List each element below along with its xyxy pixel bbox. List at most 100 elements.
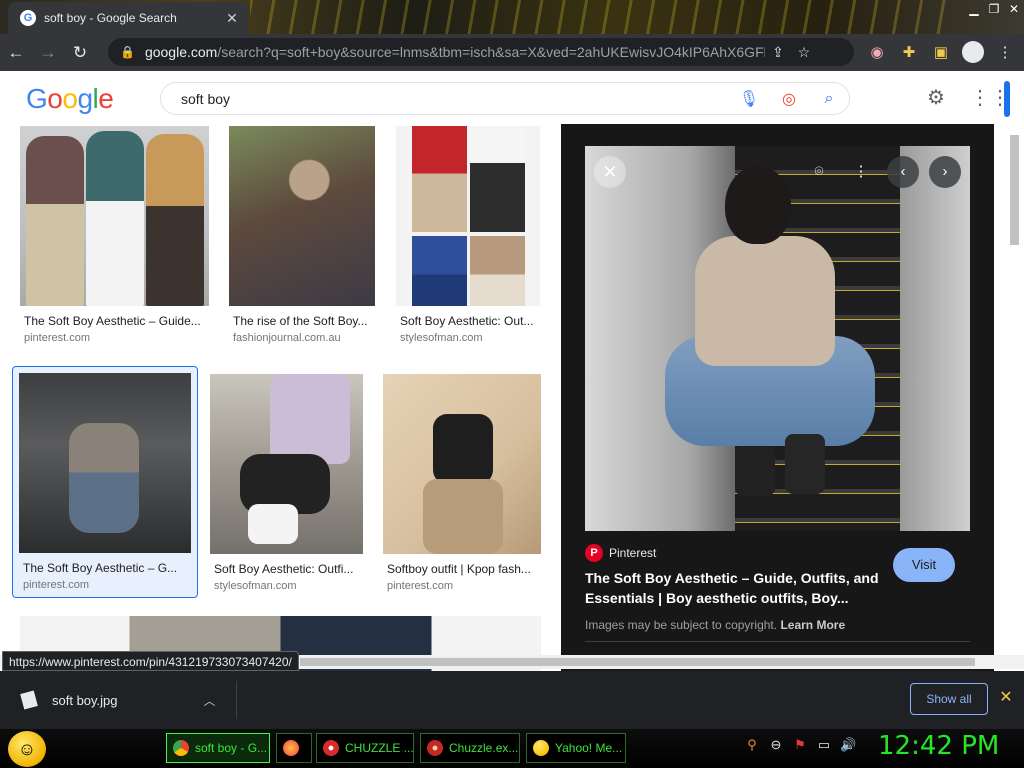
result-title: Soft Boy Aesthetic: Out... <box>400 314 534 328</box>
lock-icon[interactable]: 🔒 <box>120 45 135 59</box>
camera-lens-icon[interactable]: ◎ <box>769 89 809 109</box>
sign-in-button[interactable] <box>1004 81 1010 117</box>
apps-grid-icon[interactable]: ⋮⋮ <box>970 85 1010 110</box>
url-domain: google.com <box>144 44 218 60</box>
taskbar-item-firefox[interactable] <box>276 733 312 763</box>
result-thumbnail[interactable] <box>383 374 541 554</box>
google-logo[interactable]: Google <box>26 83 114 115</box>
more-options-icon[interactable]: ⋮ <box>845 156 877 188</box>
image-person-head <box>725 166 791 244</box>
preview-source[interactable]: P Pinterest <box>585 544 656 562</box>
collage-panel <box>470 126 525 232</box>
copyright-notice: Images may be subject to copyright. Lear… <box>585 618 845 632</box>
learn-more-link[interactable]: Learn More <box>780 618 845 632</box>
image-person-torso <box>695 236 835 366</box>
chrome-icon <box>173 740 189 756</box>
figure-shape <box>270 374 350 464</box>
result-thumbnail[interactable] <box>229 126 375 306</box>
bookmark-star-icon[interactable]: ☆ <box>791 44 817 61</box>
tab-google-search[interactable]: G soft boy - Google Search ✕ <box>8 2 248 34</box>
result-card[interactable]: Soft Boy Aesthetic: Out... stylesofman.c… <box>396 126 540 344</box>
tab-close-icon[interactable]: ✕ <box>222 10 242 27</box>
preview-title[interactable]: The Soft Boy Aesthetic – Guide, Outfits,… <box>585 568 885 608</box>
taskbar-clock[interactable]: 12:42 PM <box>878 731 999 761</box>
result-source: pinterest.com <box>23 579 90 591</box>
url-path: /search?q=soft+boy&source=lnms&tbm=isch&… <box>217 44 765 60</box>
taskbar: ☺ soft boy - G... CHUZZLE ... Chuzzle.ex… <box>0 729 1024 768</box>
window-controls: ▁ ❐ ✕ <box>964 0 1024 18</box>
taskbar-label: CHUZZLE ... <box>345 741 414 755</box>
yahoo-smiley-icon <box>533 740 549 756</box>
taskbar-item-yahoo-messenger[interactable]: Yahoo! Me... <box>526 733 626 763</box>
result-thumbnail[interactable] <box>20 126 209 306</box>
close-shelf-icon[interactable]: ✕ <box>996 687 1016 707</box>
google-lens-icon[interactable]: ⌾ <box>803 156 835 188</box>
forward-icon[interactable]: → <box>32 37 64 69</box>
header-actions: ⚙ ⋮⋮ <box>924 85 1010 110</box>
result-card-selected[interactable]: The Soft Boy Aesthetic – G... pinterest.… <box>12 366 198 598</box>
result-title: The Soft Boy Aesthetic – G... <box>23 561 178 575</box>
result-card[interactable]: Soft Boy Aesthetic: Outfi... stylesofman… <box>210 374 363 592</box>
chuzzle-exe-icon <box>427 740 443 756</box>
search-box[interactable]: soft boy 🎙 ◎ ⌕ <box>160 82 850 115</box>
result-source: stylesofman.com <box>400 332 483 344</box>
close-preview-icon[interactable]: ✕ <box>594 156 626 188</box>
result-thumbnail[interactable] <box>210 374 363 554</box>
result-thumbnail[interactable] <box>396 126 540 306</box>
taskbar-item-chuzzle-exe[interactable]: Chuzzle.ex... <box>420 733 520 763</box>
tray-search-icon[interactable]: ⚲ <box>744 737 760 757</box>
horizontal-scroll-thumb[interactable] <box>300 658 975 666</box>
share-icon[interactable]: ⇪ <box>765 44 791 61</box>
side-panel-icon[interactable]: ▣ <box>930 43 952 61</box>
google-header: Google soft boy 🎙 ◎ ⌕ ⚙ ⋮⋮ <box>0 71 1024 126</box>
chevron-up-icon[interactable]: ︿ <box>204 692 216 709</box>
reload-icon[interactable]: ↻ <box>64 37 96 69</box>
volume-icon[interactable]: 🔊 <box>840 737 856 757</box>
previous-image-icon[interactable]: ‹ <box>887 156 919 188</box>
flag-extension-icon[interactable]: ◉ <box>866 43 888 61</box>
address-bar[interactable]: 🔒 google.com/search?q=soft+boy&source=ln… <box>108 38 854 66</box>
result-card[interactable]: The rise of the Soft Boy... fashionjourn… <box>229 126 375 344</box>
tray-flag-icon[interactable]: ⚑ <box>792 737 808 757</box>
image-results-grid: The Soft Boy Aesthetic – Guide... pinter… <box>0 126 561 671</box>
search-icon[interactable]: ⌕ <box>809 90 849 108</box>
taskbar-item-chrome[interactable]: soft boy - G... <box>166 733 270 763</box>
result-card[interactable]: Softboy outfit | Kpop fash... pinterest.… <box>383 374 541 592</box>
preview-source-name: Pinterest <box>609 546 657 560</box>
next-image-icon[interactable]: › <box>929 156 961 188</box>
vertical-scrollbar[interactable] <box>994 125 1024 655</box>
chuzzle-icon <box>323 740 339 756</box>
copyright-text: Images may be subject to copyright. <box>585 618 778 632</box>
result-thumbnail[interactable] <box>19 373 191 553</box>
download-item[interactable]: soft boy.jpg ︿ <box>14 683 216 717</box>
tray-network-icon[interactable]: ▭ <box>816 737 832 757</box>
back-icon[interactable]: ← <box>0 37 32 69</box>
tray-minus-icon[interactable]: ⊖ <box>768 737 784 757</box>
url-text[interactable]: google.com/search?q=soft+boy&source=lnms… <box>145 44 765 60</box>
file-icon <box>20 690 38 710</box>
figure-shape <box>248 504 298 544</box>
system-tray: ⚲ ⊖ ⚑ ▭ 🔊 <box>744 737 856 757</box>
result-title: The Soft Boy Aesthetic – Guide... <box>24 314 201 328</box>
image-rail <box>900 146 970 531</box>
settings-gear-icon[interactable]: ⚙ <box>924 85 948 110</box>
result-card[interactable]: The Soft Boy Aesthetic – Guide... pinter… <box>20 126 209 344</box>
divider <box>585 641 970 642</box>
preview-image[interactable] <box>585 146 970 531</box>
collage-panel <box>412 236 467 306</box>
search-input[interactable]: soft boy <box>181 91 729 107</box>
microphone-icon[interactable]: 🎙 <box>729 89 769 109</box>
visit-button[interactable]: Visit <box>893 548 955 582</box>
show-all-button[interactable]: Show all <box>910 683 988 715</box>
close-window-icon[interactable]: ✕ <box>1004 0 1024 18</box>
restore-icon[interactable]: ❐ <box>984 0 1004 18</box>
google-favicon-icon: G <box>20 10 36 26</box>
extensions-puzzle-icon[interactable]: ✚ <box>898 43 920 61</box>
taskbar-item-chuzzle[interactable]: CHUZZLE ... <box>316 733 414 763</box>
vertical-scroll-thumb[interactable] <box>1010 135 1019 245</box>
taskbar-label: Chuzzle.ex... <box>449 741 519 755</box>
start-button[interactable]: ☺ <box>8 731 46 767</box>
browser-menu-icon[interactable]: ⋮ <box>994 43 1016 61</box>
profile-avatar[interactable] <box>962 41 984 63</box>
minimize-icon[interactable]: ▁ <box>964 0 984 18</box>
